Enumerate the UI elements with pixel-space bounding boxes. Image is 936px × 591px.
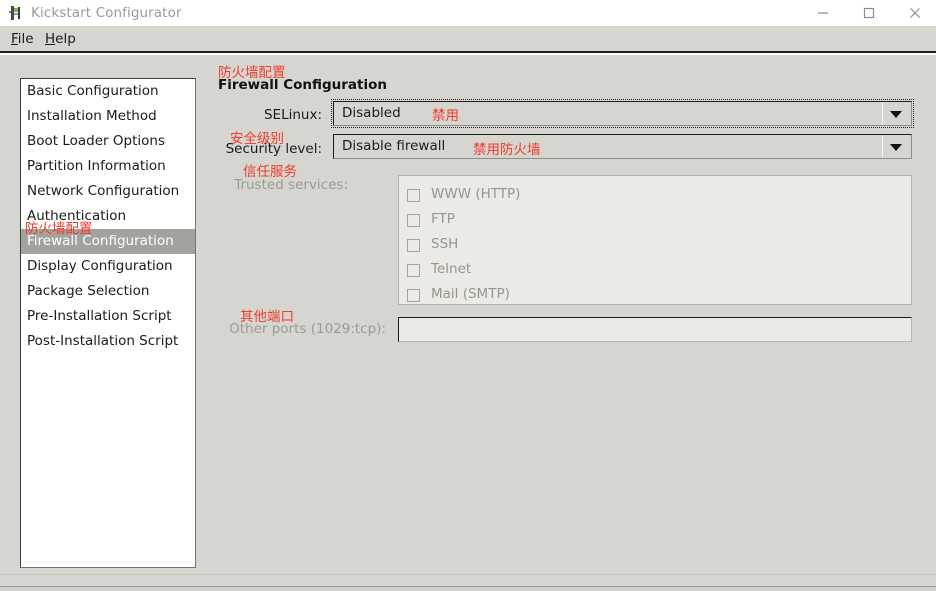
- taskbar-edge: [0, 586, 936, 590]
- annotation-sidebar-firewall: 防火墙配置: [25, 221, 93, 237]
- selinux-combobox[interactable]: Disabled: [331, 99, 914, 128]
- sidebar-item-display-configuration[interactable]: Display Configuration: [21, 254, 195, 279]
- sidebar-item-installation-method[interactable]: Installation Method: [21, 104, 195, 129]
- sidebar-item-boot-loader-options[interactable]: Boot Loader Options: [21, 129, 195, 154]
- checkbox-icon: [407, 214, 420, 227]
- trusted-service-label: WWW (HTTP): [431, 186, 521, 202]
- menu-bar: File Help: [0, 26, 936, 53]
- menu-file-rest: ile: [17, 31, 34, 47]
- checkbox-icon: [407, 264, 420, 277]
- selinux-label: SELinux:: [263, 107, 322, 123]
- close-button[interactable]: [892, 0, 936, 26]
- other-ports-label: Other ports (1029:tcp):: [229, 321, 386, 337]
- trusted-service-label: Telnet: [431, 261, 472, 277]
- minimize-icon: [818, 12, 828, 14]
- sidebar-list[interactable]: Basic Configuration Installation Method …: [20, 78, 196, 568]
- trusted-services-list: WWW (HTTP) FTP SSH Telnet Mail (SMTP): [398, 175, 912, 305]
- workspace: Basic Configuration Installation Method …: [0, 55, 936, 574]
- content-panel: 防火墙配置 Firewall Configuration SELinux: Di…: [196, 55, 936, 574]
- annotation-security-level-value: 禁用防火墙: [473, 142, 541, 158]
- trusted-service-label: FTP: [431, 211, 455, 227]
- security-level-combobox[interactable]: Disable firewall: [333, 134, 912, 159]
- sidebar-item-pre-installation-script[interactable]: Pre-Installation Script: [21, 304, 195, 329]
- sidebar-item-network-configuration[interactable]: Network Configuration: [21, 179, 195, 204]
- checkbox-icon: [407, 289, 420, 302]
- maximize-icon: [863, 7, 875, 19]
- checkbox-icon: [407, 189, 420, 202]
- trusted-services-label: Trusted services:: [234, 177, 348, 193]
- trusted-service-label: SSH: [431, 236, 459, 252]
- sidebar-item-basic-configuration[interactable]: Basic Configuration: [21, 79, 195, 104]
- title-bar: Kickstart Configurator: [0, 0, 936, 27]
- chevron-down-icon[interactable]: [882, 135, 911, 158]
- sidebar-item-partition-information[interactable]: Partition Information: [21, 154, 195, 179]
- trusted-service-label: Mail (SMTP): [431, 286, 510, 302]
- annotation-selinux-value: 禁用: [432, 108, 459, 124]
- window-title: Kickstart Configurator: [31, 5, 182, 21]
- minimize-button[interactable]: [800, 0, 846, 26]
- sidebar-item-post-installation-script[interactable]: Post-Installation Script: [21, 329, 195, 354]
- app-icon: [8, 5, 24, 21]
- checkbox-icon: [407, 239, 420, 252]
- page-title: Firewall Configuration: [218, 77, 388, 93]
- menu-help-mnemonic: H: [45, 31, 56, 47]
- other-ports-input: [398, 317, 912, 342]
- menu-file-mnemonic: F: [11, 31, 18, 47]
- menu-item-help[interactable]: Help: [42, 31, 79, 47]
- menu-help-rest: elp: [55, 31, 76, 47]
- chevron-down-icon[interactable]: [882, 102, 911, 125]
- security-level-label: Security level:: [225, 141, 322, 157]
- sidebar-item-package-selection[interactable]: Package Selection: [21, 279, 195, 304]
- security-level-value: Disable firewall: [342, 138, 446, 154]
- close-icon: [910, 8, 920, 18]
- maximize-button[interactable]: [846, 0, 892, 26]
- selinux-value: Disabled: [342, 105, 401, 121]
- menu-item-file[interactable]: File: [8, 31, 37, 47]
